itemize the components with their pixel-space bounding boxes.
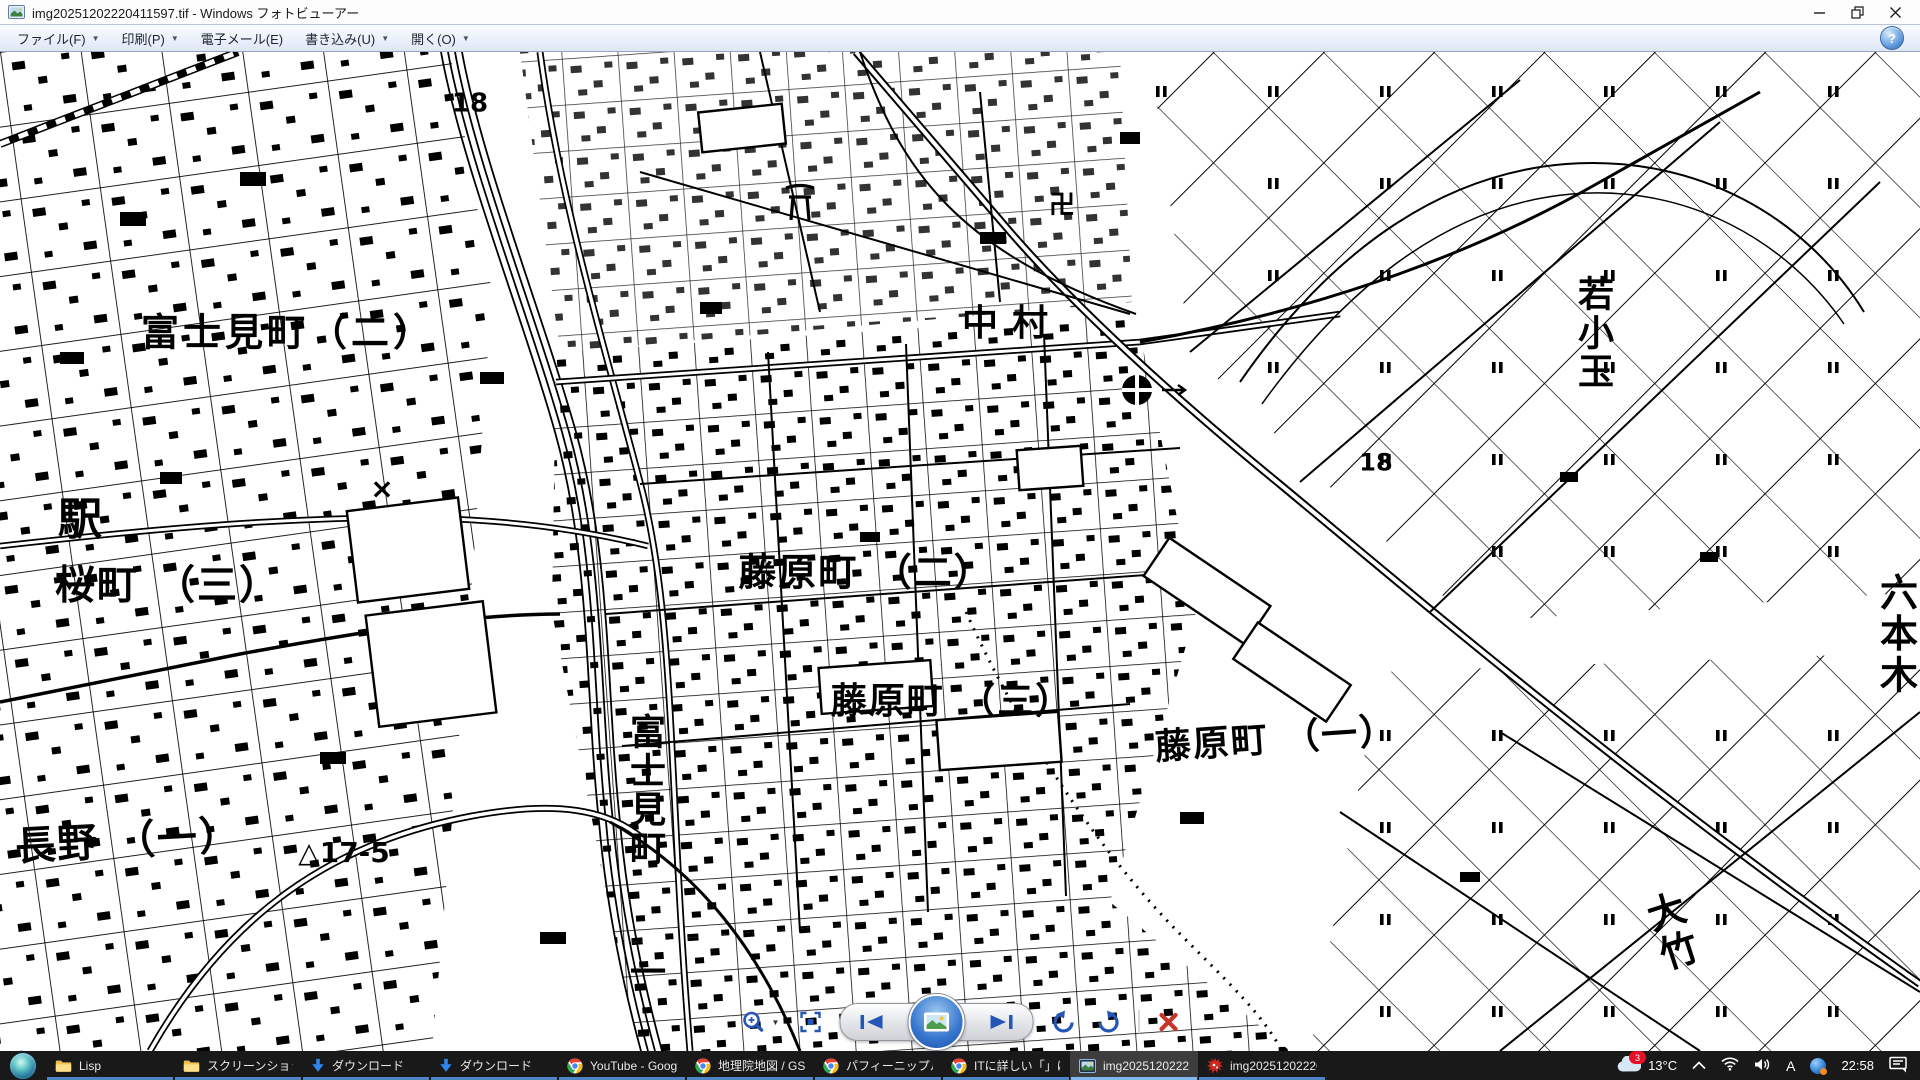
map-label: 若小玉 [1578, 274, 1614, 393]
taskbar-item-1[interactable]: Lisp [46, 1051, 174, 1080]
map-label: × [370, 472, 393, 505]
menu-bar: ファイル(F) ▼ 印刷(P) ▼ 電子メール(E) 書き込み(U) ▼ 開く(O) ▼ ? [0, 24, 1920, 52]
photo-canvas[interactable]: 18 富士見町（二） 中村 若小玉 18 駅桜町 （三） 藤原町 （二） 藤原町 （三） 藤原町… [0, 52, 1920, 1051]
map-label: 藤原町 （三） [831, 681, 1074, 722]
topographic-map-image: 18 富士見町（二） 中村 若小玉 18 駅桜町 （三） 藤原町 （二） 藤原町 （三） 藤原町… [0, 52, 1920, 1051]
slideshow-icon [923, 1012, 949, 1032]
actual-size-button[interactable] [796, 1008, 824, 1036]
chrome-icon [823, 1058, 839, 1074]
folder-icon [55, 1059, 72, 1073]
taskbar-item-8[interactable]: ITに詳しい「」にお聞 - ... [942, 1051, 1070, 1080]
map-label: 富士見町 [630, 711, 666, 870]
taskbar-item-label: img20251202220411... [1230, 1059, 1317, 1073]
menu-item-label: 印刷(P) [122, 29, 165, 48]
weather-widget[interactable]: 3 13°C [1617, 1056, 1677, 1075]
chrome-icon [951, 1058, 967, 1074]
menu-item-label: ファイル(F) [17, 29, 86, 48]
menu-item-4[interactable]: 書き込み(U) ▼ [294, 25, 400, 51]
menu-item-5[interactable]: 開く(O) ▼ [400, 25, 481, 51]
ime-a-indicator[interactable]: A [1786, 1058, 1795, 1074]
map-label: 藤原町 （二） [738, 551, 993, 595]
taskbar-item-label: ITに詳しい「」にお聞 - ... [974, 1057, 1061, 1074]
notification-badge: 3 [1629, 1051, 1646, 1064]
start-orb-icon [9, 1052, 37, 1080]
next-button[interactable] [986, 1012, 1016, 1032]
menu-item-1[interactable]: ファイル(F) ▼ [6, 25, 111, 51]
taskbar: Lisp スクリーンショット ダウンロード ダウンロード YouTube - Googl… [0, 1051, 1920, 1080]
rotate-ccw-button[interactable] [1048, 1008, 1078, 1037]
zoom-dropdown-caret: ▼ [772, 1018, 780, 1027]
chrome-icon [695, 1058, 711, 1074]
zoom-button[interactable]: ▼ [738, 1007, 782, 1037]
chevron-down-icon: ▼ [92, 34, 100, 43]
map-label: 18 [452, 88, 488, 118]
menu-item-2[interactable]: 印刷(P) ▼ [111, 25, 190, 51]
map-label: 桜町 （三） [55, 562, 281, 608]
help-icon[interactable]: ? [1880, 26, 1904, 50]
window-title: img20251202220411597.tif - Windows フォトビュ… [32, 3, 359, 22]
wifi-icon[interactable] [1721, 1057, 1739, 1074]
taskbar-item-label: ダウンロード [460, 1057, 549, 1074]
map-label: 六本木 [1880, 571, 1918, 697]
globe-icon[interactable] [1810, 1058, 1826, 1074]
minimize-icon[interactable] [1800, 1, 1838, 23]
map-label: 駅 [58, 494, 102, 545]
taskbar-item-6[interactable]: 地理院地図 / GSI Ma... [686, 1051, 814, 1080]
temperature-label: 13°C [1648, 1058, 1677, 1073]
viewer-toolbar: ▼ [738, 994, 1183, 1050]
chevron-down-icon: ▼ [381, 34, 389, 43]
menu-item-label: 書き込み(U) [305, 29, 375, 48]
taskbar-item-10[interactable]: img20251202220411... [1198, 1051, 1326, 1080]
menu-item-label: 電子メール(E) [201, 29, 283, 48]
map-label: △17-5 [298, 836, 390, 869]
action-center-icon[interactable] [1889, 1056, 1907, 1076]
title-bar[interactable]: img20251202220411597.tif - Windows フォトビュ… [0, 0, 1920, 24]
map-label: 藤原町 （一） [1154, 711, 1399, 769]
start-button[interactable] [0, 1051, 46, 1080]
previous-button[interactable] [856, 1012, 886, 1032]
chevron-up-icon[interactable] [1692, 1058, 1706, 1073]
irfanview-icon [1207, 1058, 1223, 1074]
delete-button[interactable] [1154, 1008, 1182, 1036]
slideshow-button[interactable] [908, 994, 964, 1050]
menu-item-3[interactable]: 電子メール(E) [190, 25, 294, 51]
toolbar-separator [1138, 1010, 1139, 1034]
taskbar-item-9[interactable]: img20251202220411... [1070, 1051, 1198, 1080]
map-label: 18 [1359, 449, 1392, 477]
system-tray: 3 13°C A 22:58 [1617, 1051, 1920, 1080]
photo-viewer-app-icon [8, 5, 25, 19]
taskbar-item-label: パフィーニップルいい - ... [846, 1057, 933, 1074]
taskbar-item-5[interactable]: YouTube - Google C... [558, 1051, 686, 1080]
chrome-icon [567, 1058, 583, 1074]
taskbar-item-4[interactable]: ダウンロード [430, 1051, 558, 1080]
map-label: 中村 [962, 303, 1062, 344]
taskbar-item-label: img20251202220411... [1103, 1059, 1189, 1073]
folder-icon [183, 1059, 200, 1073]
clock[interactable]: 22:58 [1841, 1058, 1874, 1073]
close-icon[interactable] [1876, 1, 1914, 23]
taskbar-item-label: ダウンロード [332, 1057, 421, 1074]
taskbar-item-2[interactable]: スクリーンショット [174, 1051, 302, 1080]
download-arrow-icon [439, 1058, 453, 1073]
taskbar-item-7[interactable]: パフィーニップルいい - ... [814, 1051, 942, 1080]
chevron-down-icon: ▼ [171, 34, 179, 43]
chevron-down-icon: ▼ [462, 34, 470, 43]
taskbar-item-label: 地理院地図 / GSI Ma... [718, 1057, 805, 1074]
download-arrow-icon [311, 1058, 325, 1073]
map-label: 富士見町（二） [141, 311, 435, 355]
restore-icon[interactable] [1838, 1, 1876, 23]
menu-item-label: 開く(O) [411, 29, 456, 48]
taskbar-item-label: YouTube - Google C... [590, 1059, 677, 1073]
taskbar-item-3[interactable]: ダウンロード [302, 1051, 430, 1080]
rotate-cw-button[interactable] [1093, 1008, 1123, 1037]
taskbar-item-label: スクリーンショット [207, 1057, 293, 1074]
taskbar-item-label: Lisp [79, 1059, 165, 1073]
map-label: 卍 [1049, 190, 1075, 220]
volume-icon[interactable] [1754, 1058, 1771, 1074]
navigation-group [839, 1003, 1033, 1041]
photo-viewer-icon [1079, 1059, 1096, 1073]
map-label: 一 [630, 952, 666, 993]
